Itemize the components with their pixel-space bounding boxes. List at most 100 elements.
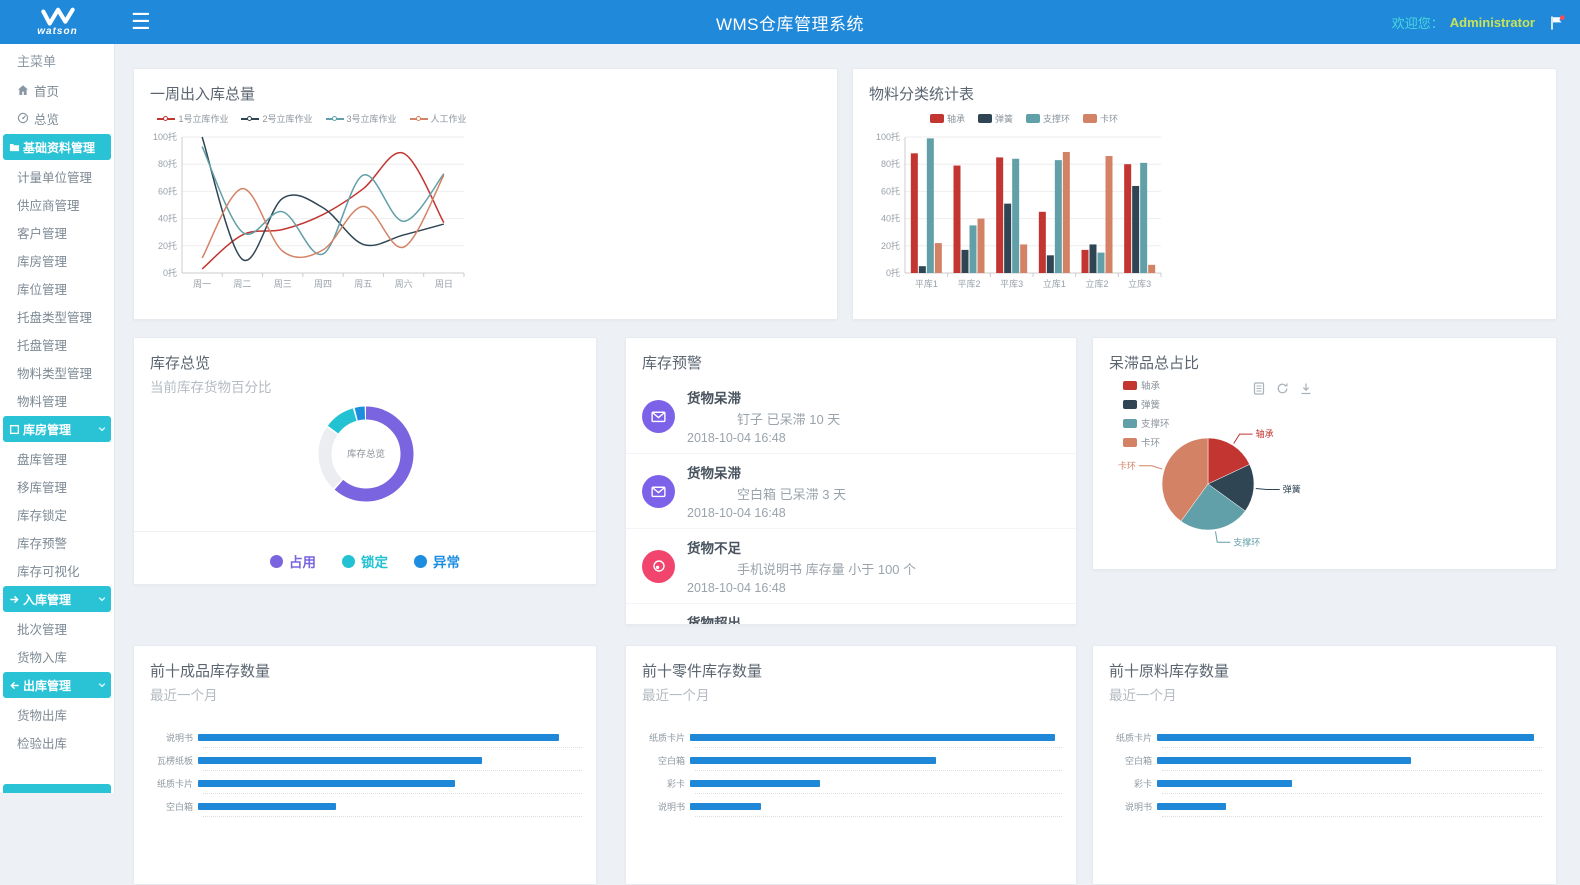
inventory-overview-donut-chart[interactable]: 库存总览 <box>281 372 451 537</box>
sidebar-item-基础资料管理[interactable]: 基础资料管理 <box>3 134 111 160</box>
legend-item-2号立库作业[interactable]: 2号立库作业 <box>241 112 312 125</box>
bar[interactable] <box>690 734 1055 741</box>
sidebar-item-批次管理[interactable]: 批次管理 <box>0 614 114 642</box>
svg-text:立库2: 立库2 <box>1085 278 1108 289</box>
bar[interactable] <box>198 780 455 787</box>
legend-item-轴承[interactable]: 轴承 <box>1123 378 1170 392</box>
sidebar-item-出库管理[interactable]: 出库管理 <box>3 672 111 698</box>
sidebar-item-盘库管理[interactable]: 盘库管理 <box>0 444 114 472</box>
toolbox-restore-icon[interactable] <box>1276 382 1289 395</box>
card-subtitle-top10-raw: 最近一个月 <box>1093 681 1556 704</box>
menu-toggle-icon[interactable]: ☰ <box>131 11 151 33</box>
sidebar-item-label: 库房管理 <box>23 421 71 438</box>
legend-item-1号立库作业[interactable]: 1号立库作业 <box>157 112 228 125</box>
alert-title: 货物呆滞 <box>687 387 840 407</box>
sidebar-item-库存预警[interactable]: 库存预警 <box>0 528 114 556</box>
alert-item[interactable]: 货物呆滞钉子 已呆滞 10 天2018-10-04 16:48 <box>626 379 1076 454</box>
svg-text:支撑环: 支撑环 <box>1233 536 1260 547</box>
card-title-top10-finished: 前十成品库存数量 <box>134 646 596 681</box>
sidebar-item-货物入库[interactable]: 货物入库 <box>0 642 114 670</box>
data-view-icon <box>1253 382 1265 395</box>
sidebar-item-label: 计量单位管理 <box>17 167 92 186</box>
bar[interactable] <box>1157 780 1292 787</box>
material-category-bar-chart[interactable]: 0托20托40托60托80托100托平库1平库2平库3立库1立库2立库3 <box>869 125 1169 295</box>
sidebar-item-label: 基础资料管理 <box>23 139 95 156</box>
bar-row-空白箱: 空白箱 <box>1099 749 1542 772</box>
sidebar-item-库位管理[interactable]: 库位管理 <box>0 274 114 302</box>
sidebar-item-检验出库[interactable]: 检验出库 <box>0 728 114 756</box>
alert-item[interactable]: 货物超出硬纸板 库存量 大于 300 个2018-10-04 16:48 <box>626 604 1076 625</box>
legend-item-卡环[interactable]: 卡环 <box>1083 112 1118 125</box>
sidebar-item-库房管理[interactable]: 库房管理 <box>3 416 111 442</box>
bar[interactable] <box>690 803 761 810</box>
alert-title: 货物超出 <box>687 612 890 625</box>
bar[interactable] <box>198 734 559 741</box>
sidebar-item-label: 货物入库 <box>17 647 67 666</box>
toolbox-data-view-icon[interactable] <box>1253 382 1265 395</box>
svg-text:卡环: 卡环 <box>1118 460 1136 471</box>
sidebar-item-货物出库[interactable]: 货物出库 <box>0 700 114 728</box>
alert-desc: 手机说明书 库存量 小于 100 个 <box>687 559 916 578</box>
alert-item[interactable]: 货物呆滞空白箱 已呆滞 3 天2018-10-04 16:48 <box>626 454 1076 529</box>
alert-item[interactable]: 货物不足手机说明书 库存量 小于 100 个2018-10-04 16:48 <box>626 529 1076 604</box>
stagnant-share-pie-chart[interactable]: 轴承弹簧支撑环卡环 <box>1103 404 1433 564</box>
card-title-top10-raw: 前十原料库存数量 <box>1093 646 1556 681</box>
top10-parts-bar-chart[interactable]: 纸质卡片空白箱彩卡说明书 <box>632 726 1062 818</box>
sidebar-item-托盘管理[interactable]: 托盘管理 <box>0 330 114 358</box>
sidebar-item-客户管理[interactable]: 客户管理 <box>0 218 114 246</box>
alert-title: 货物呆滞 <box>687 462 846 482</box>
sidebar-item-label: 库位管理 <box>17 279 67 298</box>
sidebar-item-移库管理[interactable]: 移库管理 <box>0 472 114 500</box>
toolbox-download-icon[interactable] <box>1300 382 1312 395</box>
sidebar-item-库房管理[interactable]: 库房管理 <box>0 246 114 274</box>
notification-flag-icon[interactable] <box>1549 15 1566 30</box>
bar-row-彩卡: 彩卡 <box>632 772 1062 795</box>
sidebar-item-label: 出库管理 <box>23 677 71 694</box>
bar-label: 说明书 <box>140 731 198 744</box>
brand-logo[interactable]: watson <box>0 0 115 44</box>
sidebar-item-总览[interactable]: 总览 <box>0 104 114 132</box>
sidebar-item-供应商管理[interactable]: 供应商管理 <box>0 190 114 218</box>
bar[interactable] <box>1157 803 1226 810</box>
sidebar-item-首页[interactable]: 首页 <box>0 76 114 104</box>
svg-text:平库2: 平库2 <box>957 278 980 289</box>
sidebar-item-label: 库存预警 <box>17 533 67 552</box>
weekly-io-line-chart[interactable]: 0托20托40托60托80托100托周一周二周三周四周五周六周日 <box>142 125 478 295</box>
sidebar-item-库存锁定[interactable]: 库存锁定 <box>0 500 114 528</box>
bar[interactable] <box>690 780 820 787</box>
sidebar-item-物料类型管理[interactable]: 物料类型管理 <box>0 358 114 386</box>
sidebar-item-partial[interactable] <box>3 784 111 793</box>
bar[interactable] <box>1157 757 1411 764</box>
legend-item-人工作业[interactable]: 人工作业 <box>410 112 467 125</box>
bar[interactable] <box>1157 734 1534 741</box>
bar[interactable] <box>198 757 482 764</box>
bar[interactable] <box>690 757 936 764</box>
sidebar-item-库存可视化[interactable]: 库存可视化 <box>0 556 114 584</box>
sidebar-item-入库管理[interactable]: 入库管理 <box>3 586 111 612</box>
card-weekly-in-out: 一周出入库总量 1号立库作业2号立库作业3号立库作业人工作业 0托20托40托6… <box>133 68 838 320</box>
app-title: WMS仓库管理系统 <box>716 10 864 35</box>
envelope-icon <box>650 483 667 500</box>
legend-item-弹簧[interactable]: 弹簧 <box>978 112 1013 125</box>
card-title-stagnant-share: 呆滞品总占比 <box>1093 338 1556 373</box>
username[interactable]: Administrator <box>1450 15 1535 30</box>
legend-item-支撑环[interactable]: 支撑环 <box>1026 112 1070 125</box>
legend-item-3号立库作业[interactable]: 3号立库作业 <box>326 112 397 125</box>
bar-row-纸质卡片: 纸质卡片 <box>140 772 582 795</box>
top10-finished-bar-chart[interactable]: 说明书瓦楞纸板纸质卡片空白箱 <box>140 726 582 818</box>
svg-text:40托: 40托 <box>881 213 900 224</box>
legend-item-占用[interactable]: 占用 <box>270 551 316 571</box>
sidebar-item-物料管理[interactable]: 物料管理 <box>0 386 114 414</box>
bar[interactable] <box>198 803 336 810</box>
legend-item-轴承[interactable]: 轴承 <box>930 112 965 125</box>
card-material-category-stats: 物料分类统计表 轴承弹簧支撑环卡环 0托20托40托60托80托100托平库1平… <box>852 68 1557 320</box>
svg-text:周二: 周二 <box>233 279 251 289</box>
legend-item-锁定[interactable]: 锁定 <box>342 551 388 571</box>
top10-raw-bar-chart[interactable]: 纸质卡片空白箱彩卡说明书 <box>1099 726 1542 818</box>
sidebar-item-计量单位管理[interactable]: 计量单位管理 <box>0 162 114 190</box>
sidebar-item-托盘类型管理[interactable]: 托盘类型管理 <box>0 302 114 330</box>
sidebar-item-label: 客户管理 <box>17 223 67 242</box>
legend-item-异常[interactable]: 异常 <box>414 551 460 571</box>
sidebar-item-label: 总览 <box>34 109 59 128</box>
alert-envelope-icon <box>642 475 675 508</box>
